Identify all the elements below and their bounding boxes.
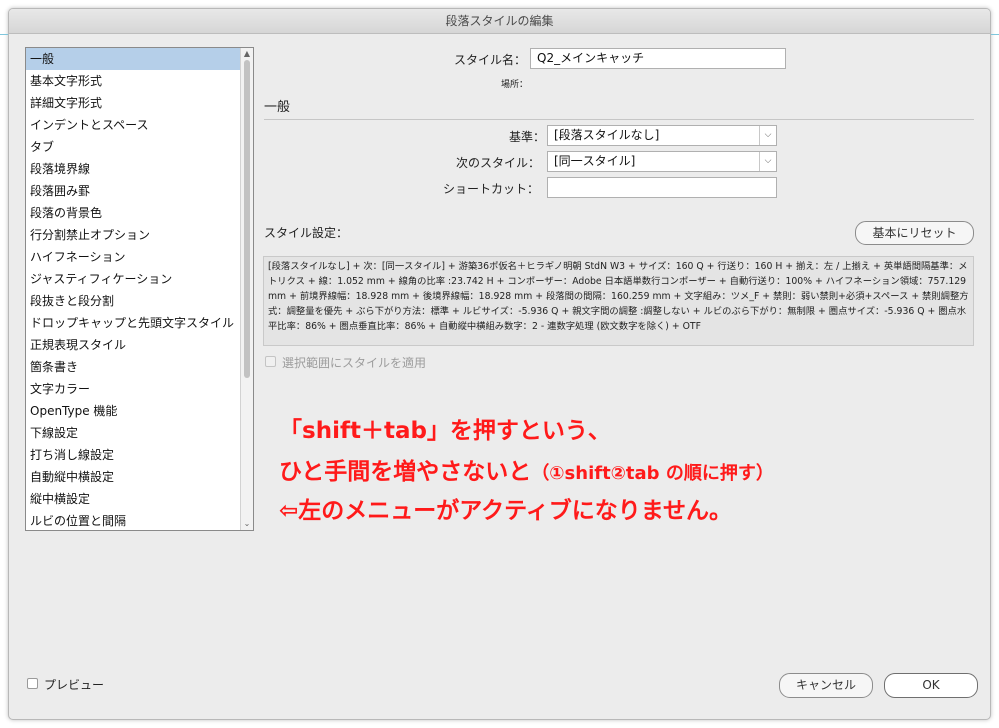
- sidebar-item[interactable]: 一般: [26, 48, 240, 70]
- next-style-value: [同一スタイル]: [554, 154, 636, 168]
- section-divider: [264, 119, 974, 120]
- background-guide-right: [991, 34, 999, 35]
- sidebar-item[interactable]: 文字カラー: [26, 378, 240, 400]
- sidebar-item[interactable]: 段落囲み罫: [26, 180, 240, 202]
- sidebar-item[interactable]: 基本文字形式: [26, 70, 240, 92]
- shortcut-field[interactable]: [547, 177, 777, 198]
- sidebar-item[interactable]: 詳細文字形式: [26, 92, 240, 114]
- preview-checkbox[interactable]: [27, 678, 38, 689]
- chevron-down-icon[interactable]: ⌵: [759, 152, 776, 171]
- annotation-line-2-main: ひと手間を増やさないと: [279, 459, 532, 485]
- list-scrollbar[interactable]: ▲ ⌄: [240, 48, 253, 530]
- sidebar-item[interactable]: ルビの位置と間隔: [26, 510, 240, 530]
- sidebar-item[interactable]: 自動縦中横設定: [26, 466, 240, 488]
- paragraph-style-dialog: 段落スタイルの編集 一般 基本文字形式 詳細文字形式 インデントとスペース タブ 段落境界…: [8, 8, 991, 720]
- annotation-line-1: 「shift＋tab」を押すという、: [279, 418, 611, 444]
- annotation-line-2-note: （①shift②tab の順に押す）: [531, 463, 774, 484]
- section-title: 一般: [264, 100, 291, 115]
- style-summary-text: [段落スタイルなし] + 次：[同一スタイル] + 游築36ポ仮名＋ヒラギノ明朝…: [263, 256, 974, 346]
- sidebar-item[interactable]: 縦中横設定: [26, 488, 240, 510]
- next-style-label: 次のスタイル：: [456, 156, 541, 170]
- based-on-value: [段落スタイルなし]: [554, 128, 660, 142]
- sidebar-item[interactable]: ドロップキャップと先頭文字スタイル: [26, 312, 240, 334]
- apply-selection-checkbox[interactable]: [265, 356, 276, 367]
- sidebar-item[interactable]: 行分割禁止オプション: [26, 224, 240, 246]
- sidebar-item[interactable]: 段落の背景色: [26, 202, 240, 224]
- sidebar-item[interactable]: 打ち消し線設定: [26, 444, 240, 466]
- sidebar-item[interactable]: 段落境界線: [26, 158, 240, 180]
- sidebar-item[interactable]: 正規表現スタイル: [26, 334, 240, 356]
- shortcut-label: ショートカット：: [443, 182, 540, 196]
- style-name-label: スタイル名：: [454, 53, 527, 67]
- reset-to-base-button[interactable]: 基本にリセット: [855, 221, 974, 245]
- sidebar-item[interactable]: 箇条書き: [26, 356, 240, 378]
- scroll-up-icon[interactable]: ▲: [242, 49, 252, 59]
- dialog-title: 段落スタイルの編集: [9, 9, 990, 34]
- sidebar-item[interactable]: 段抜きと段分割: [26, 290, 240, 312]
- sidebar-item[interactable]: 下線設定: [26, 422, 240, 444]
- style-settings-label: スタイル設定：: [264, 226, 349, 240]
- preview-label: プレビュー: [44, 678, 105, 692]
- apply-selection-label: 選択範囲にスタイルを適用: [282, 356, 427, 370]
- sidebar-item[interactable]: OpenType 機能: [26, 400, 240, 422]
- location-label: 場所：: [501, 80, 529, 90]
- scroll-down-icon[interactable]: ⌄: [242, 519, 252, 529]
- annotation-line-2: ひと手間を増やさないと（①shift②tab の順に押す）: [279, 452, 774, 486]
- category-list[interactable]: 一般 基本文字形式 詳細文字形式 インデントとスペース タブ 段落境界線 段落囲み罫 段落の背…: [25, 47, 254, 531]
- scroll-thumb[interactable]: [244, 60, 250, 378]
- style-name-field[interactable]: Q2_メインキャッチ: [530, 48, 786, 69]
- sidebar-item[interactable]: ジャスティフィケーション: [26, 268, 240, 290]
- background-guide-left: [0, 34, 8, 35]
- ok-button[interactable]: OK: [884, 673, 978, 698]
- next-style-select[interactable]: [同一スタイル] ⌵: [547, 151, 777, 172]
- sidebar-item[interactable]: ハイフネーション: [26, 246, 240, 268]
- annotation-line-3: ⇦左のメニューがアクティブになりません。: [279, 498, 733, 524]
- cancel-button[interactable]: キャンセル: [779, 673, 873, 698]
- sidebar-item[interactable]: インデントとスペース: [26, 114, 240, 136]
- based-on-select[interactable]: [段落スタイルなし] ⌵: [547, 125, 777, 146]
- sidebar-item[interactable]: タブ: [26, 136, 240, 158]
- based-on-label: 基準：: [509, 130, 546, 144]
- chevron-down-icon[interactable]: ⌵: [759, 126, 776, 145]
